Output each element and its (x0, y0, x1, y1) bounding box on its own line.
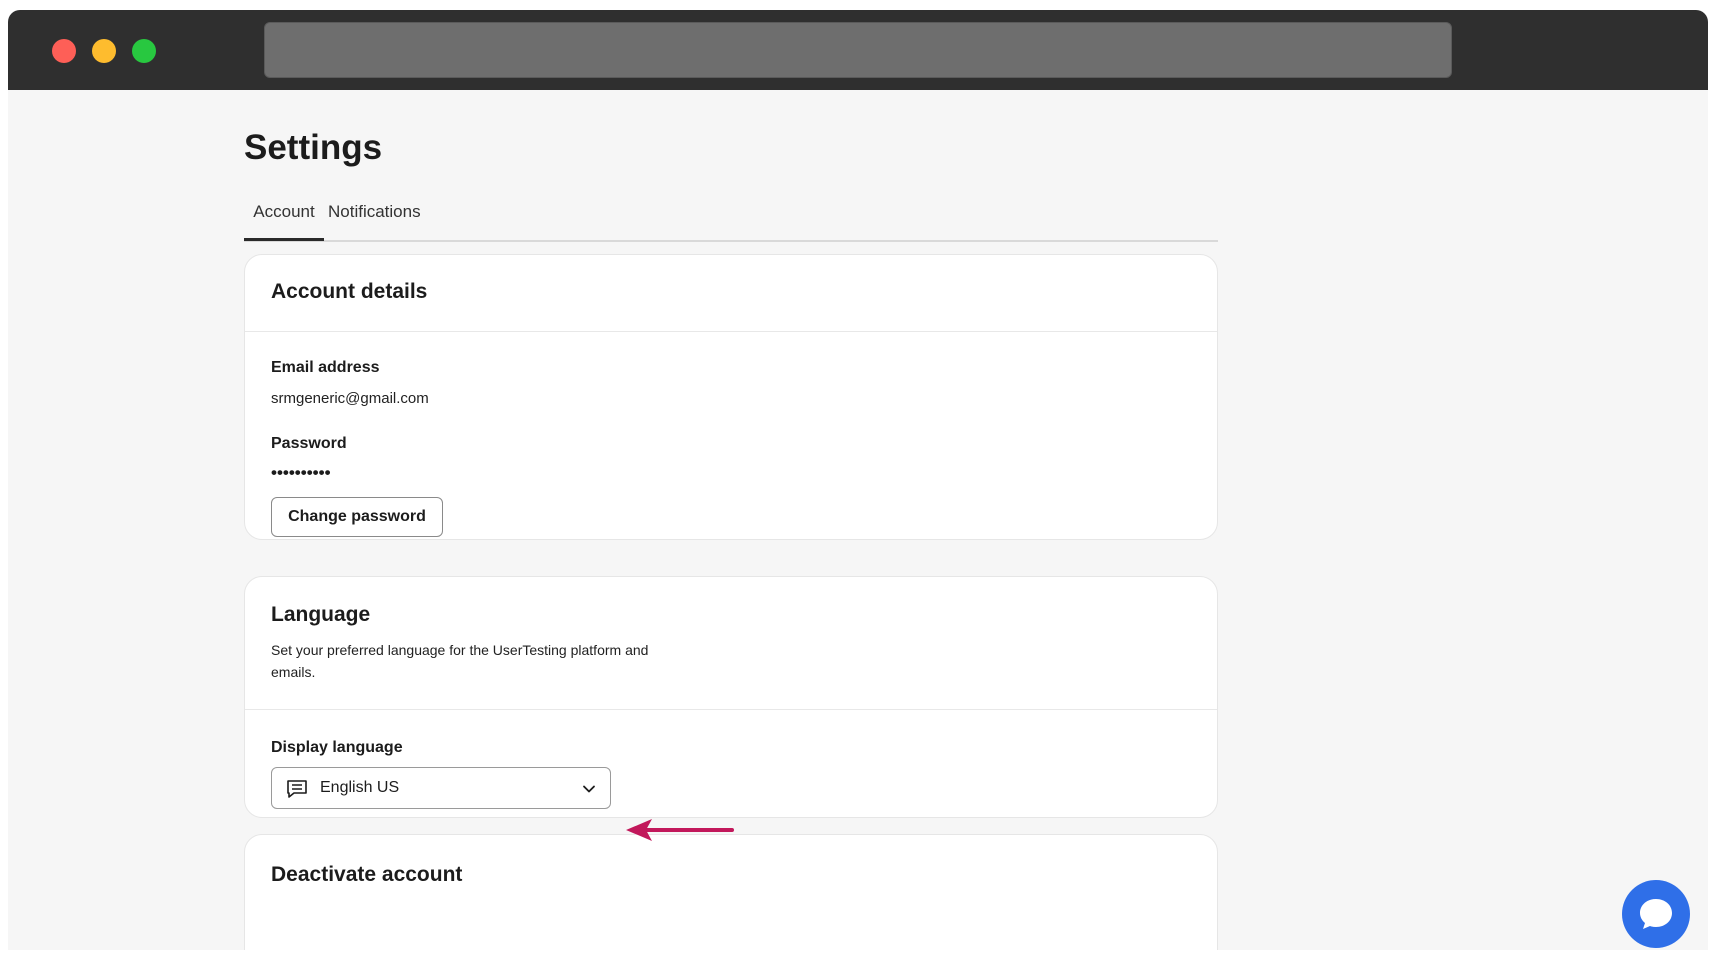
account-details-title: Account details (271, 280, 428, 303)
display-language-value: English US (320, 779, 400, 796)
page-title: Settings (244, 128, 383, 167)
language-title: Language (271, 603, 371, 626)
email-value: srmgeneric@gmail.com (271, 390, 429, 407)
tab-notifications[interactable]: Notifications (328, 202, 421, 234)
settings-page: Settings Account Notifications Account d… (8, 90, 1708, 964)
browser-titlebar (8, 10, 1708, 90)
deactivate-account-title: Deactivate account (271, 863, 463, 886)
display-language-select[interactable]: English US (271, 767, 611, 809)
password-label: Password (271, 435, 347, 452)
chevron-down-icon (583, 785, 595, 793)
chat-lines-icon (287, 780, 307, 798)
address-bar[interactable] (264, 22, 1452, 78)
browser-window: Settings Account Notifications Account d… (8, 10, 1708, 964)
deactivate-account-card: Deactivate account (244, 834, 1218, 964)
settings-tabs: Account Notifications (244, 196, 1218, 242)
tab-account[interactable]: Account (244, 202, 324, 234)
display-language-label: Display language (271, 739, 403, 756)
change-password-button[interactable]: Change password (271, 497, 443, 537)
active-tab-indicator (244, 238, 324, 241)
page-bottom-edge (0, 950, 1716, 974)
chat-button[interactable] (1622, 880, 1690, 948)
account-details-card: Account details Email address srmgeneric… (244, 254, 1218, 540)
arrow-left-icon (626, 819, 734, 841)
maximize-window-button[interactable] (132, 39, 156, 63)
chat-bubble-icon (1640, 899, 1672, 929)
language-description: Set your preferred language for the User… (271, 642, 649, 680)
email-label: Email address (271, 359, 380, 376)
close-window-button[interactable] (52, 39, 76, 63)
minimize-window-button[interactable] (92, 39, 116, 63)
language-card: Language Set your preferred language for… (244, 576, 1218, 818)
password-value: •••••••••• (271, 463, 331, 482)
card-divider (245, 331, 1217, 332)
card-divider (245, 709, 1217, 710)
